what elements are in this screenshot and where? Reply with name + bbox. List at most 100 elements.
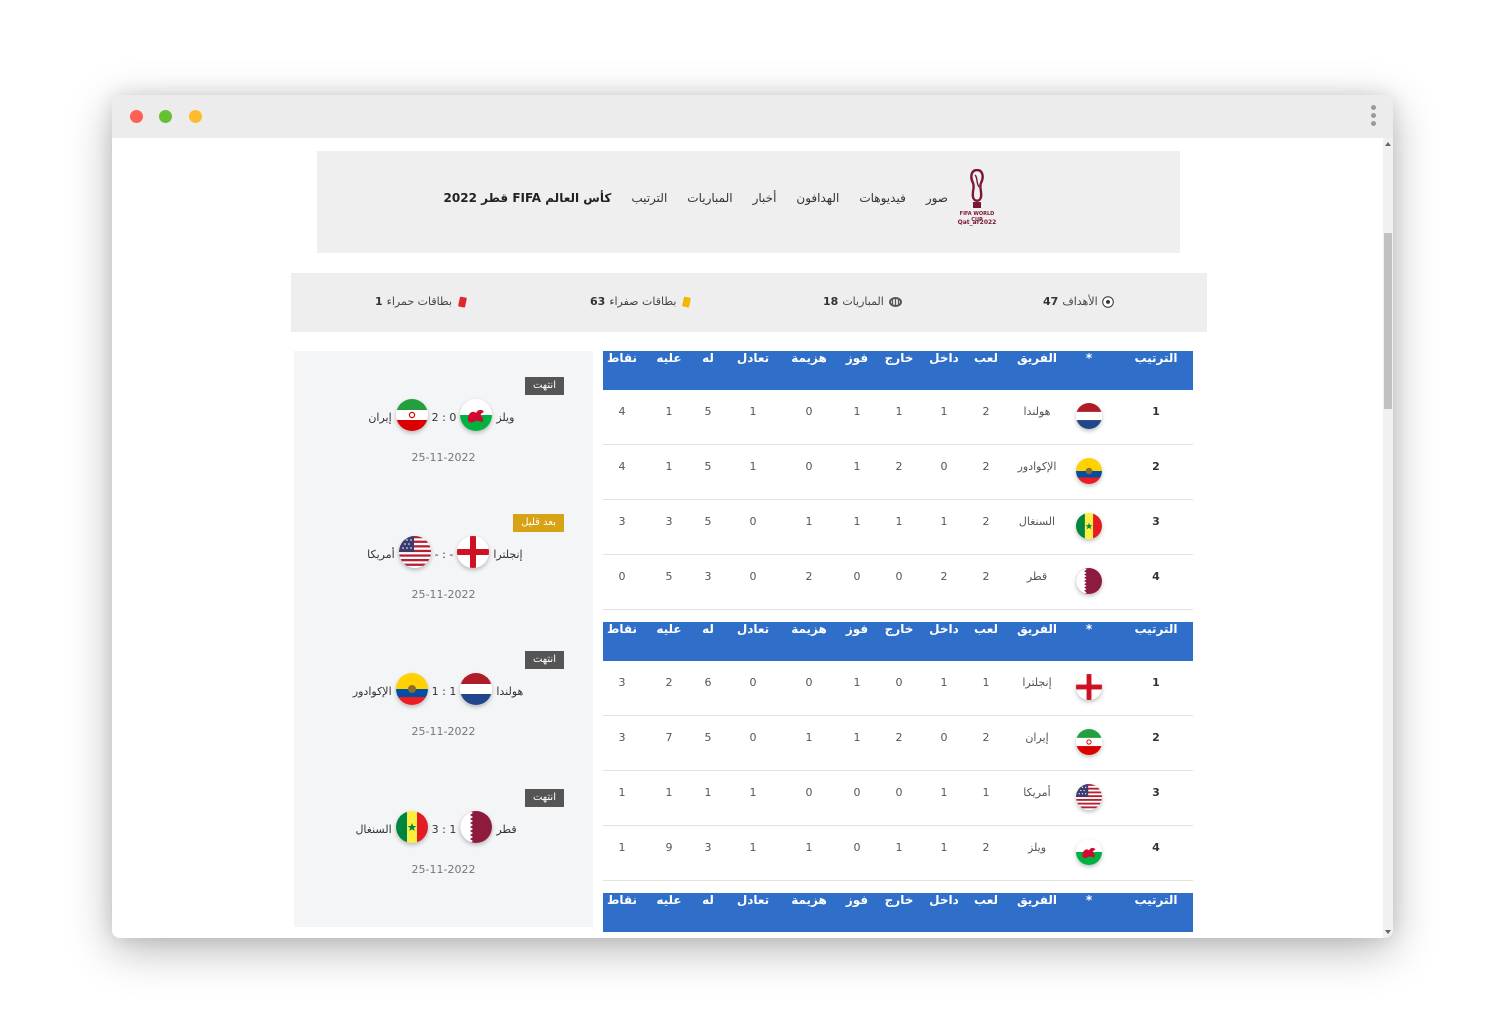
table-row[interactable]: 4 ويلز 2 1 1 0 1 1 3 9 1 [603, 826, 1193, 881]
cell-rank: 1 [1152, 676, 1160, 689]
column-header[interactable]: الترتيب [1131, 622, 1181, 661]
close-window-button[interactable] [130, 110, 143, 123]
column-header[interactable]: فوز [832, 893, 882, 932]
cell-draw: 1 [749, 460, 757, 473]
match-date: 25-11-2022 [411, 588, 476, 601]
column-header[interactable]: الفريق [1012, 622, 1062, 661]
match-row: ويلز 2 : 0 إيران [294, 397, 593, 437]
cell-ga: 5 [665, 570, 673, 583]
cell-rank: 1 [1152, 405, 1160, 418]
match-row: هولندا 1 : 1 الإكوادور [294, 671, 593, 711]
browser-window: FIFA WORLD CUP Qat_ar2022 كأس العالم FIF… [112, 95, 1393, 938]
match-card[interactable]: بعد قليل إنجلترا - : - أمريكا 25-11-2022 [294, 514, 593, 624]
cell-loss: 1 [805, 731, 813, 744]
cell-loss: 0 [805, 676, 813, 689]
main-nav: كأس العالم FIFA قطر 2022 الترتيب المباري… [422, 191, 948, 205]
column-header[interactable]: * [1064, 622, 1114, 661]
scrollbar-thumb[interactable] [1384, 233, 1392, 409]
stat-matches: المباريات 18 [823, 295, 903, 308]
column-header[interactable]: هزيمة [784, 893, 834, 932]
standings-table-header: الترتيب * الفريق لعب داخل خارج فوز هزيمة تعادل له… [603, 351, 1193, 390]
table-row[interactable]: 1 هولندا 2 1 1 1 0 1 5 1 4 [603, 390, 1193, 445]
column-header[interactable]: فوز [832, 351, 882, 390]
column-header[interactable]: تعادل [728, 622, 778, 661]
column-header[interactable]: داخل [919, 893, 969, 932]
match-card[interactable]: انتهت ويلز 2 : 0 إيران 25-11-2022 [294, 377, 593, 487]
cell-win: 1 [853, 405, 861, 418]
cell-pts: 3 [618, 515, 626, 528]
world-cup-logo[interactable]: FIFA WORLD CUP Qat_ar2022 [954, 169, 1000, 233]
column-header[interactable]: عليه [644, 351, 694, 390]
standings-table-header: الترتيب * الفريق لعب داخل خارج فوز هزيمة تعادل له… [603, 622, 1193, 661]
nav-item-videos[interactable]: فيديوهات [859, 191, 905, 205]
match-card[interactable]: انتهت هولندا 1 : 1 الإكوادور 25-11-2022 [294, 651, 593, 761]
column-header[interactable]: داخل [919, 622, 969, 661]
column-header[interactable]: تعادل [728, 351, 778, 390]
column-header[interactable]: نقاط [597, 622, 647, 661]
stat-yellow-value: 63 [590, 295, 606, 308]
cell-draw: 1 [749, 786, 757, 799]
column-header[interactable]: عليه [644, 893, 694, 932]
maximize-window-button[interactable] [159, 110, 172, 123]
column-header[interactable]: الفريق [1012, 893, 1062, 932]
table-row[interactable]: 2 الإكوادور 2 0 2 1 0 1 5 1 4 [603, 445, 1193, 500]
cell-rank: 4 [1152, 841, 1160, 854]
cell-ga: 1 [665, 405, 673, 418]
match-home-team: إنجلترا [493, 548, 523, 561]
nav-item-scorers[interactable]: الهدافون [796, 191, 839, 205]
iran-flag-icon [395, 399, 428, 431]
standings-table-header: الترتيب * الفريق لعب داخل خارج فوز هزيمة تعادل له… [603, 893, 1193, 932]
page-content: FIFA WORLD CUP Qat_ar2022 كأس العالم FIF… [112, 138, 1383, 938]
table-row[interactable]: 3 أمريكا 1 1 0 0 0 1 1 1 1 [603, 771, 1193, 826]
cell-loss: 0 [805, 786, 813, 799]
column-header[interactable]: داخل [919, 351, 969, 390]
cell-home: 1 [940, 786, 948, 799]
iran-flag-icon [1076, 729, 1102, 755]
column-header[interactable]: هزيمة [784, 622, 834, 661]
match-status-badge: انتهت [524, 651, 564, 669]
stat-matches-label: المباريات [842, 295, 884, 308]
column-header[interactable]: عليه [644, 622, 694, 661]
column-header[interactable]: فوز [832, 622, 882, 661]
nav-item-standings[interactable]: الترتيب [631, 191, 667, 205]
cell-draw: 0 [749, 676, 757, 689]
wales-flag-icon [460, 399, 493, 431]
column-header[interactable]: * [1064, 893, 1114, 932]
nav-item-photos[interactable]: صور [926, 191, 948, 205]
site-title[interactable]: كأس العالم FIFA قطر 2022 [444, 191, 612, 205]
column-header[interactable]: هزيمة [784, 351, 834, 390]
nav-item-matches[interactable]: المباريات [687, 191, 732, 205]
scroll-up-icon[interactable] [1385, 142, 1391, 146]
cell-loss: 0 [805, 405, 813, 418]
match-status-badge: انتهت [524, 377, 564, 395]
nav-item-news[interactable]: أخبار [753, 191, 777, 205]
scroll-down-icon[interactable] [1385, 930, 1391, 934]
tournament-stats-bar: الأهداف 47 المباريات 18 بطاقات صفراء 63 … [291, 273, 1207, 332]
england-flag-icon [1076, 674, 1102, 700]
qatar-flag-icon [460, 811, 493, 843]
column-header[interactable]: تعادل [728, 893, 778, 932]
table-row[interactable]: 4 قطر 2 2 0 0 2 0 3 5 0 [603, 555, 1193, 610]
yellow-card-icon [682, 296, 692, 308]
column-header[interactable]: الفريق [1012, 351, 1062, 390]
usa-flag-icon [398, 536, 431, 568]
column-header[interactable]: نقاط [597, 893, 647, 932]
minimize-window-button[interactable] [189, 110, 202, 123]
table-row[interactable]: 1 إنجلترا 1 1 0 1 0 0 6 2 3 [603, 661, 1193, 716]
match-away-team: إيران [368, 411, 392, 424]
match-card[interactable]: انتهت قطر 3 : 1 السنغال 25-11-2022 [294, 789, 593, 899]
table-row[interactable]: 2 إيران 2 0 2 1 1 0 5 7 3 [603, 716, 1193, 771]
more-menu-icon[interactable] [1371, 105, 1377, 129]
window-titlebar [112, 95, 1393, 138]
stat-yellow-label: بطاقات صفراء [609, 295, 677, 308]
logo-subtext: Qat_ar2022 [957, 219, 997, 226]
page-scrollbar[interactable] [1383, 138, 1393, 938]
column-header[interactable]: * [1064, 351, 1114, 390]
column-header[interactable]: الترتيب [1131, 893, 1181, 932]
stat-red-label: بطاقات حمراء [386, 295, 453, 308]
site-header: FIFA WORLD CUP Qat_ar2022 كأس العالم FIF… [317, 151, 1180, 253]
table-row[interactable]: 3 السنغال 2 1 1 1 1 0 5 3 3 [603, 500, 1193, 555]
column-header[interactable]: نقاط [597, 351, 647, 390]
ball-icon [1101, 295, 1114, 308]
column-header[interactable]: الترتيب [1131, 351, 1181, 390]
